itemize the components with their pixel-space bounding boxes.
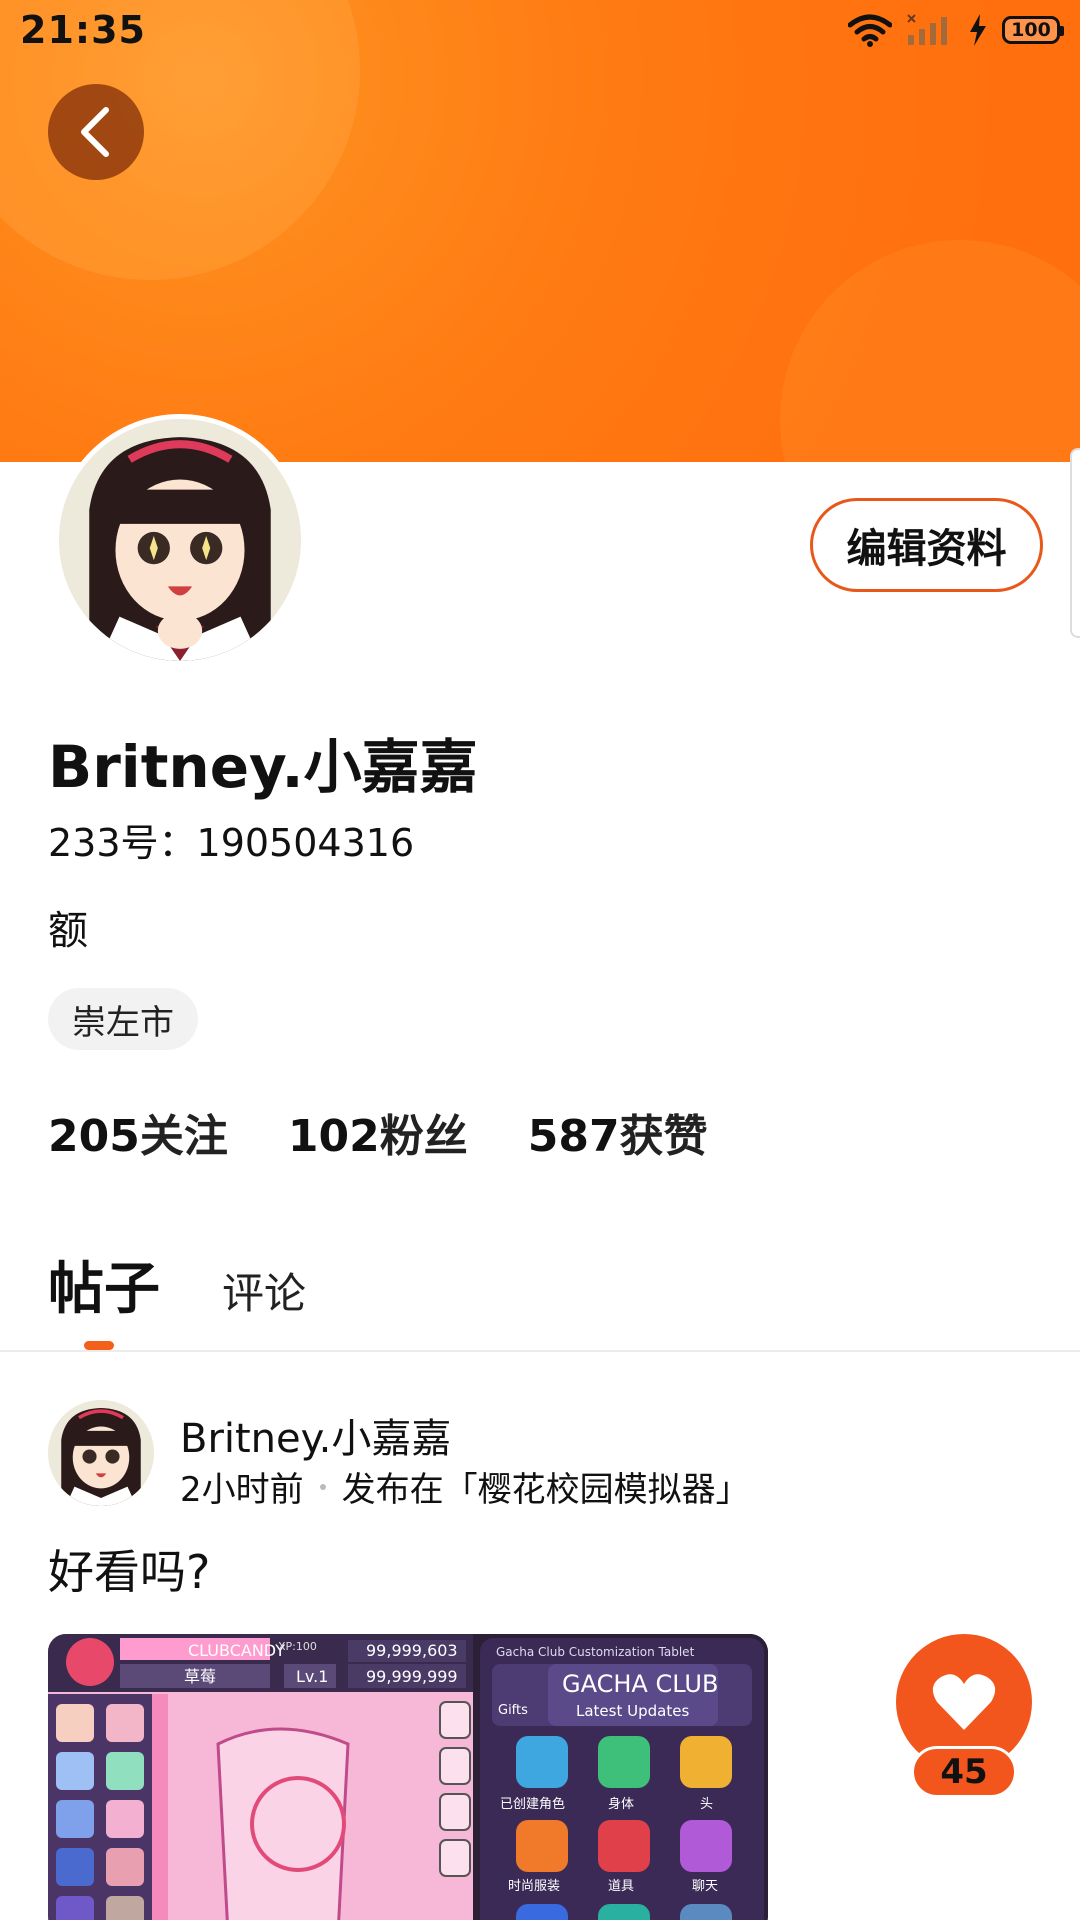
- profile-avatar[interactable]: [54, 414, 306, 666]
- content-tabs: 帖子 评论: [48, 1244, 306, 1325]
- post-meta: 2小时前 发布在「樱花校园模拟器」: [180, 1462, 750, 1511]
- tab-posts[interactable]: 帖子: [48, 1244, 160, 1325]
- tab-indicator: [84, 1341, 114, 1350]
- post-author-avatar[interactable]: [48, 1400, 154, 1506]
- stat-followers[interactable]: 102 粉丝: [288, 1100, 468, 1164]
- game-subtitle: Latest Updates: [576, 1702, 689, 1720]
- tablet-title: Gacha Club Customization Tablet: [496, 1645, 695, 1659]
- location-chip[interactable]: 崇左市: [48, 988, 198, 1050]
- username: Britney.小嘉嘉: [48, 733, 478, 801]
- name-tag: 草莓: [184, 1667, 216, 1686]
- currency-a: 99,999,603: [366, 1641, 458, 1660]
- club-name: CLUBCANDY: [188, 1641, 285, 1660]
- menu-label: 身体: [608, 1796, 634, 1812]
- like-count: 45: [911, 1746, 1017, 1798]
- stat-label: 获赞: [619, 1111, 708, 1162]
- charging-icon: [970, 14, 986, 46]
- tab-divider: [0, 1350, 1080, 1352]
- avatar-illustration: [48, 1400, 154, 1506]
- menu-label: 时尚服装: [508, 1879, 560, 1894]
- profile-banner: [0, 0, 1080, 462]
- gifts-label: Gifts: [498, 1703, 528, 1718]
- edit-profile-button[interactable]: 编辑资料: [810, 498, 1043, 592]
- profile-stats: 205 关注 102 粉丝 587 获赞: [48, 1100, 708, 1164]
- stat-likes[interactable]: 587 获赞: [528, 1100, 708, 1164]
- menu-label: 头: [700, 1797, 713, 1812]
- separator-dot: [319, 1483, 326, 1490]
- post-author[interactable]: Britney.小嘉嘉: [180, 1406, 451, 1464]
- stat-label: 粉丝: [379, 1111, 468, 1162]
- level-label: Lv.1: [296, 1667, 328, 1686]
- avatar-illustration: [59, 419, 301, 661]
- stat-label: 关注: [139, 1111, 228, 1162]
- menu-label: 已创建角色: [500, 1796, 565, 1812]
- banner-decoration: [780, 240, 1080, 462]
- menu-label: 聊天: [692, 1879, 718, 1894]
- post-time: 2小时前: [180, 1470, 304, 1510]
- battery-icon: 100: [1002, 16, 1064, 44]
- menu-label: 道具: [608, 1879, 634, 1894]
- status-time: 21:35: [20, 8, 146, 52]
- edge-handle[interactable]: [1070, 448, 1080, 638]
- stat-number: 102: [287, 1111, 380, 1162]
- stat-following[interactable]: 205 关注: [48, 1100, 228, 1164]
- user-id: 233号：190504316: [48, 821, 415, 865]
- status-bar: 21:35 100: [0, 0, 1080, 60]
- heart-icon: [932, 1674, 996, 1730]
- currency-b: 99,999,999: [366, 1667, 458, 1686]
- xp-label: XP:100: [278, 1640, 317, 1653]
- wifi-icon: [848, 14, 892, 47]
- post-text: 好看吗?: [48, 1545, 211, 1599]
- status-icons: 100: [848, 13, 1064, 47]
- post-image[interactable]: CLUBCANDY XP:100 草莓 Lv.1 99,999,603 99,9…: [48, 1634, 768, 1920]
- game-screenshot: CLUBCANDY XP:100 草莓 Lv.1 99,999,603 99,9…: [48, 1634, 768, 1920]
- stat-number: 205: [48, 1111, 140, 1162]
- game-logo: GACHA CLUB: [562, 1670, 718, 1698]
- back-button[interactable]: [48, 84, 144, 180]
- signal-icon: [907, 14, 947, 45]
- tab-comments[interactable]: 评论: [222, 1260, 306, 1321]
- bio: 额: [48, 908, 88, 954]
- stat-number: 587: [527, 1111, 620, 1162]
- chevron-left-icon: [81, 107, 109, 157]
- post-community[interactable]: 发布在「樱花校园模拟器」: [342, 1462, 750, 1511]
